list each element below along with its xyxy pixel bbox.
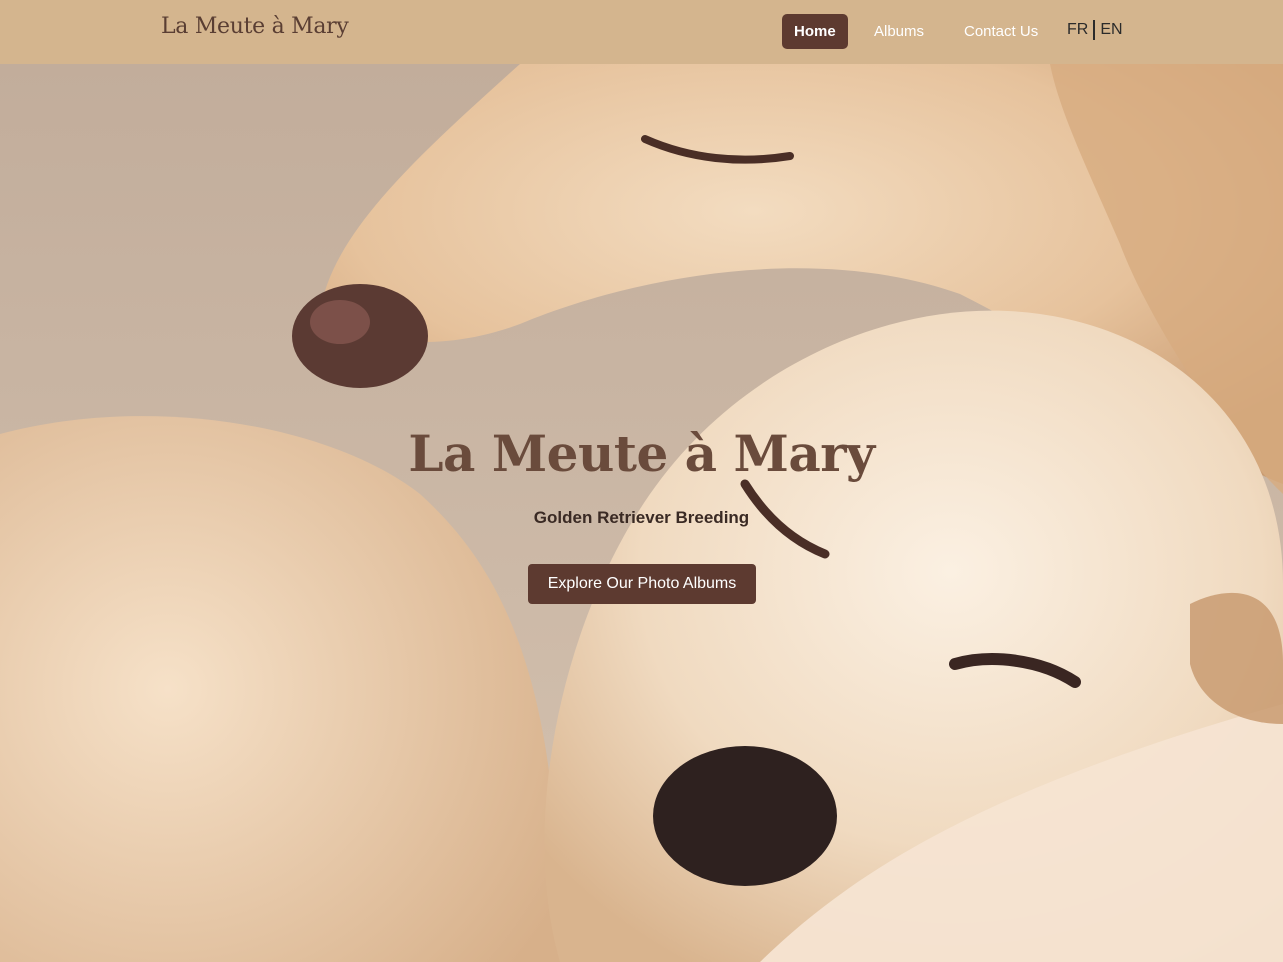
- hero-subtitle: Golden Retriever Breeding: [533, 508, 750, 527]
- nav-albums[interactable]: Albums: [862, 14, 936, 49]
- lang-divider: [1093, 20, 1096, 40]
- navbar: La Meute à Mary Home Albums Contact Us F…: [0, 0, 1283, 64]
- nav-contact[interactable]: Contact Us: [952, 14, 1050, 49]
- language-switcher: FR EN: [1067, 20, 1123, 40]
- brand-logo-link[interactable]: La Meute à Mary: [161, 14, 349, 39]
- nav-home[interactable]: Home: [782, 14, 848, 49]
- hero-title: La Meute à Mary: [408, 424, 875, 483]
- lang-fr[interactable]: FR: [1067, 21, 1088, 39]
- explore-albums-button[interactable]: Explore Our Photo Albums: [528, 564, 756, 604]
- lang-en[interactable]: EN: [1100, 21, 1122, 39]
- hero-section: La Meute à Mary Golden Retriever Breedin…: [0, 64, 1283, 962]
